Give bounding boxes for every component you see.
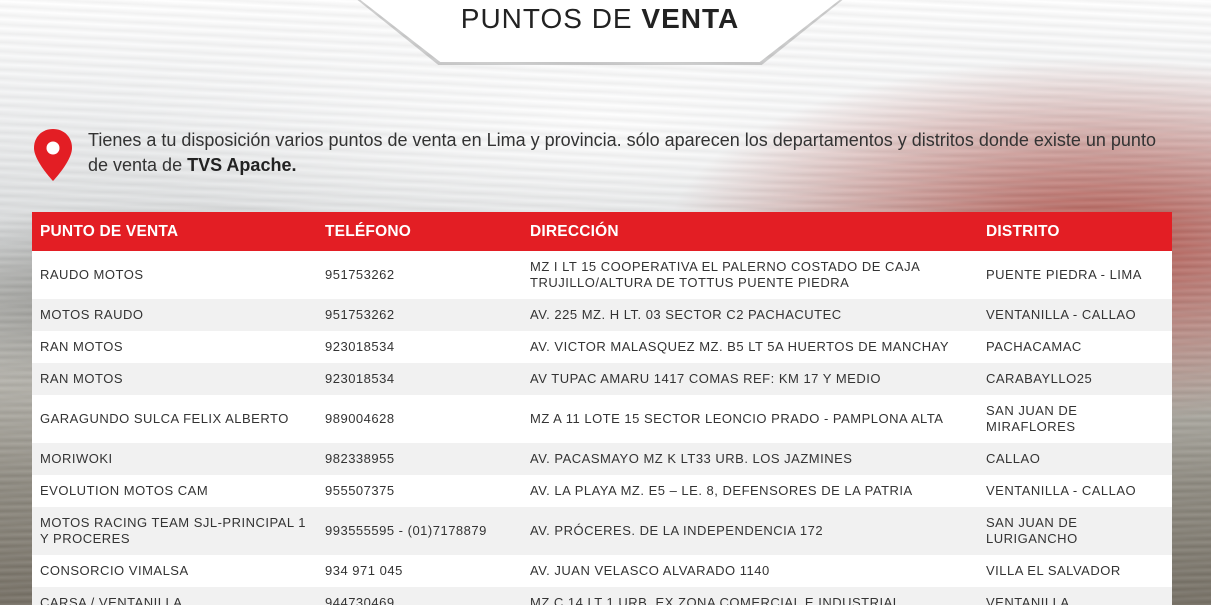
cell-telefono: 993555595 - (01)7178879 bbox=[325, 523, 487, 538]
cell-punto: MOTOS RAUDO bbox=[40, 307, 144, 322]
cell-telefono: 923018534 bbox=[325, 339, 395, 354]
table-row: MOTOS RACING TEAM SJL-PRINCIPAL 1 Y PROC… bbox=[32, 507, 1172, 555]
cell-distrito: SAN JUAN DE LURIGANCHO bbox=[986, 515, 1078, 546]
cell-direccion: MZ A 11 LOTE 15 SECTOR LEONCIO PRADO - P… bbox=[530, 411, 944, 426]
page-title-light: PUNTOS DE bbox=[460, 3, 633, 34]
table-row: EVOLUTION MOTOS CAM 955507375 AV. LA PLA… bbox=[32, 475, 1172, 507]
cell-distrito: PACHACAMAC bbox=[986, 339, 1082, 354]
page: PUNTOS DE VENTA Tienes a tu disposición … bbox=[0, 0, 1211, 605]
intro-brand: TVS Apache. bbox=[187, 155, 297, 175]
cell-telefono: 982338955 bbox=[325, 451, 395, 466]
table-row: RAN MOTOS 923018534 AV TUPAC AMARU 1417 … bbox=[32, 363, 1172, 395]
cell-distrito: SAN JUAN DE MIRAFLORES bbox=[986, 403, 1078, 434]
intro-text: Tienes a tu disposición varios puntos de… bbox=[88, 128, 1168, 178]
cell-punto: MOTOS RACING TEAM SJL-PRINCIPAL 1 Y PROC… bbox=[40, 515, 306, 546]
table-row: CARSA / VENTANILLA 944730469 MZ C 14 LT … bbox=[32, 587, 1172, 605]
col-header-telefono: TELÉFONO bbox=[325, 222, 411, 240]
points-of-sale-table: PUNTO DE VENTA TELÉFONO DIRECCIÓN DISTRI… bbox=[32, 212, 1172, 605]
cell-direccion: AV. PRÓCERES. DE LA INDEPENDENCIA 172 bbox=[530, 523, 824, 538]
table-row: CONSORCIO VIMALSA 934 971 045 AV. JUAN V… bbox=[32, 555, 1172, 587]
cell-distrito: CARABAYLLO25 bbox=[986, 371, 1093, 386]
map-pin-icon bbox=[34, 129, 72, 181]
cell-punto: RAUDO MOTOS bbox=[40, 267, 144, 282]
cell-telefono: 951753262 bbox=[325, 307, 395, 322]
cell-direccion: MZ C 14 LT 1 URB. EX ZONA COMERCIAL E IN… bbox=[530, 595, 901, 605]
table-row: RAN MOTOS 923018534 AV. VICTOR MALASQUEZ… bbox=[32, 331, 1172, 363]
cell-punto: RAN MOTOS bbox=[40, 371, 123, 386]
cell-punto: EVOLUTION MOTOS CAM bbox=[40, 483, 209, 498]
table-row: MORIWOKI 982338955 AV. PACASMAYO MZ K LT… bbox=[32, 443, 1172, 475]
cell-telefono: 955507375 bbox=[325, 483, 395, 498]
table-row: RAUDO MOTOS 951753262 MZ I LT 15 COOPERA… bbox=[32, 251, 1172, 299]
cell-telefono: 923018534 bbox=[325, 371, 395, 386]
cell-telefono: 944730469 bbox=[325, 595, 395, 605]
table-header-row: PUNTO DE VENTA TELÉFONO DIRECCIÓN DISTRI… bbox=[32, 212, 1172, 251]
col-header-direccion: DIRECCIÓN bbox=[530, 222, 619, 240]
cell-direccion: MZ I LT 15 COOPERATIVA EL PALERNO COSTAD… bbox=[530, 259, 920, 290]
cell-direccion: AV. VICTOR MALASQUEZ MZ. B5 LT 5A HUERTO… bbox=[530, 339, 949, 354]
table-row: GARAGUNDO SULCA FELIX ALBERTO 989004628 … bbox=[32, 395, 1172, 443]
cell-punto: CARSA / VENTANILLA bbox=[40, 595, 183, 605]
cell-distrito: PUENTE PIEDRA - LIMA bbox=[986, 267, 1142, 282]
page-title: PUNTOS DE VENTA bbox=[358, 0, 842, 38]
cell-direccion: AV TUPAC AMARU 1417 COMAS REF: KM 17 Y M… bbox=[530, 371, 881, 386]
cell-punto: GARAGUNDO SULCA FELIX ALBERTO bbox=[40, 411, 289, 426]
cell-punto: MORIWOKI bbox=[40, 451, 113, 466]
col-header-distrito: DISTRITO bbox=[986, 222, 1060, 240]
cell-distrito: VILLA EL SALVADOR bbox=[986, 563, 1121, 578]
cell-distrito: VENTANILLA - CALLAO bbox=[986, 307, 1137, 322]
cell-punto: RAN MOTOS bbox=[40, 339, 123, 354]
cell-distrito: CALLAO bbox=[986, 451, 1041, 466]
col-header-punto: PUNTO DE VENTA bbox=[40, 222, 179, 240]
cell-direccion: AV. JUAN VELASCO ALVARADO 1140 bbox=[530, 563, 770, 578]
cell-distrito: VENTANILLA - CALLAO bbox=[986, 483, 1137, 498]
cell-distrito: VENTANILLA bbox=[986, 595, 1070, 605]
cell-telefono: 934 971 045 bbox=[325, 563, 403, 578]
cell-punto: CONSORCIO VIMALSA bbox=[40, 563, 189, 578]
table-row: MOTOS RAUDO 951753262 AV. 225 MZ. H LT. … bbox=[32, 299, 1172, 331]
cell-direccion: AV. LA PLAYA MZ. E5 – LE. 8, DEFENSORES … bbox=[530, 483, 913, 498]
cell-telefono: 951753262 bbox=[325, 267, 395, 282]
cell-direccion: AV. 225 MZ. H LT. 03 SECTOR C2 PACHACUTE… bbox=[530, 307, 842, 322]
cell-telefono: 989004628 bbox=[325, 411, 395, 426]
cell-direccion: AV. PACASMAYO MZ K LT33 URB. LOS JAZMINE… bbox=[530, 451, 853, 466]
page-title-bold: VENTA bbox=[641, 3, 740, 34]
